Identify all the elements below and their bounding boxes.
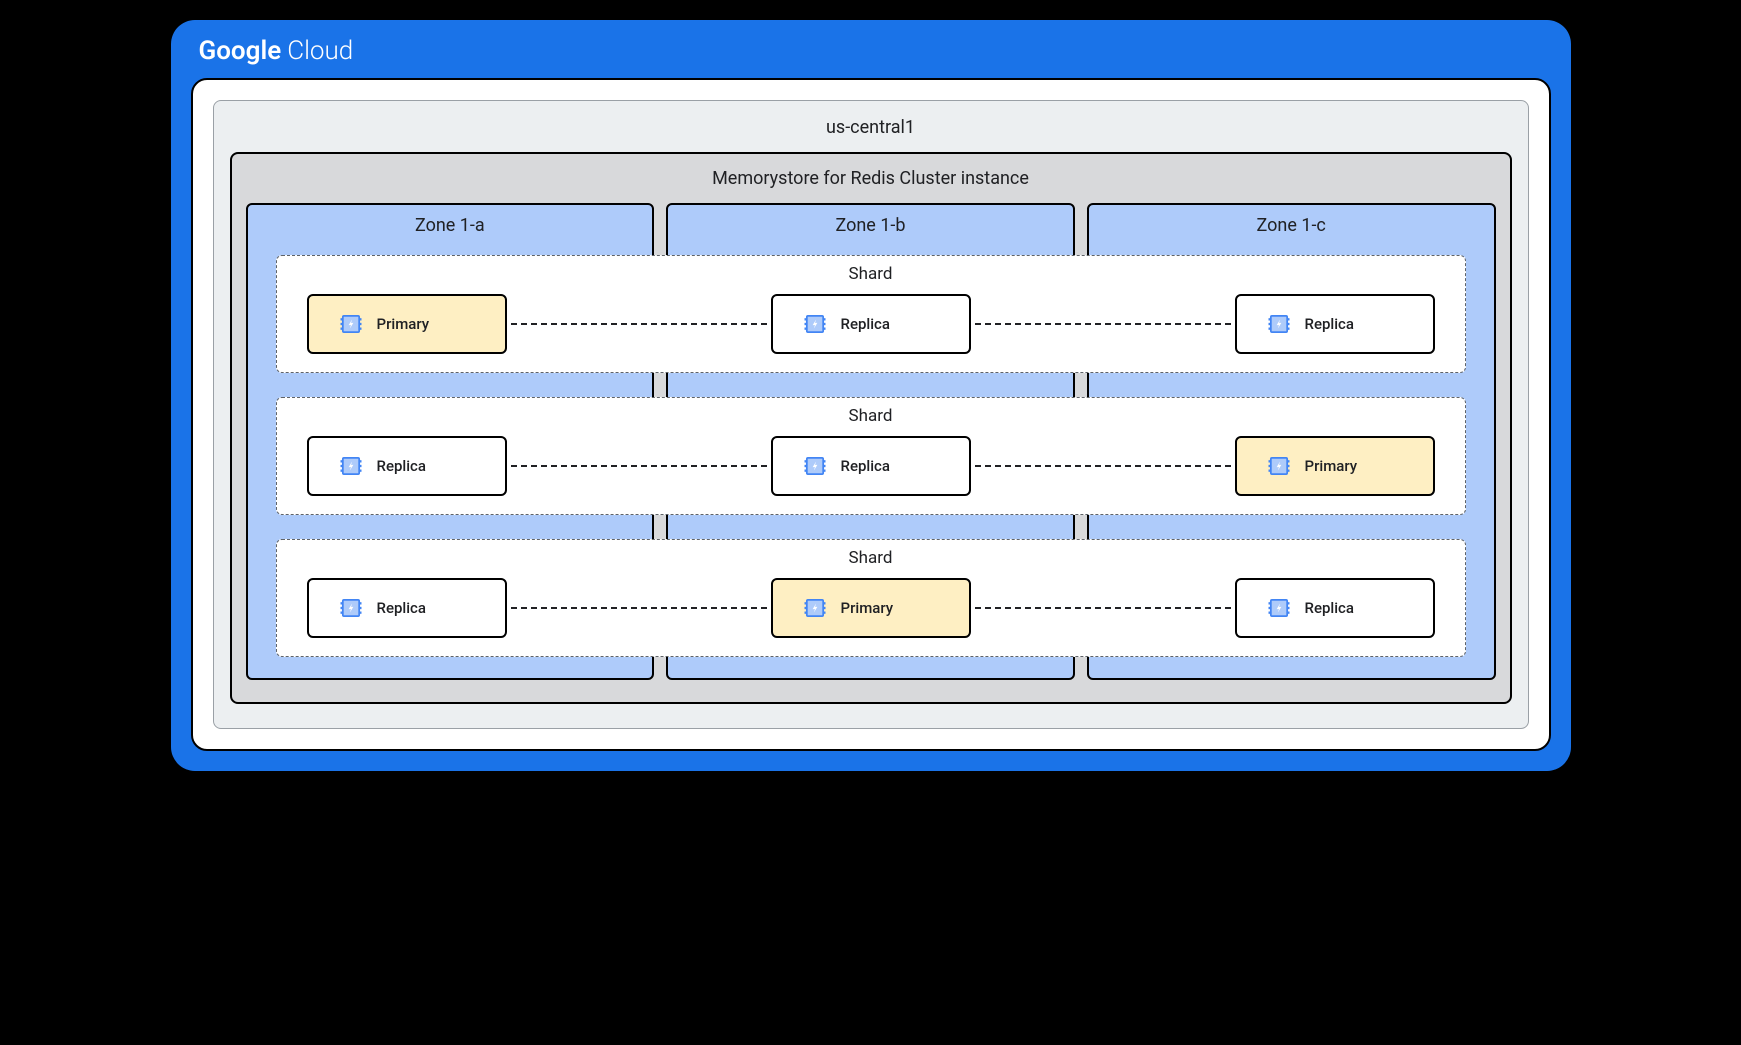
zone-a: Zone 1-a — [246, 203, 655, 680]
zone-c: Zone 1-c — [1087, 203, 1496, 680]
logo-google: Google — [199, 36, 282, 66]
zone-c-label: Zone 1-c — [1103, 215, 1480, 236]
logo-cloud: Cloud — [287, 36, 353, 66]
region-frame: us-central1 Memorystore for Redis Cluste… — [213, 100, 1529, 729]
instance-frame: Memorystore for Redis Cluster instance Z… — [230, 152, 1512, 704]
region-label: us-central1 — [230, 117, 1512, 138]
google-cloud-logo: Google Cloud — [191, 36, 1551, 66]
google-cloud-frame: Google Cloud us-central1 Memorystore for… — [171, 20, 1571, 771]
outer-white-frame: us-central1 Memorystore for Redis Cluste… — [191, 78, 1551, 751]
zone-a-label: Zone 1-a — [262, 215, 639, 236]
zone-row: Zone 1-a Zone 1-b Zone 1-c — [246, 203, 1496, 680]
zone-b: Zone 1-b — [666, 203, 1075, 680]
instance-label: Memorystore for Redis Cluster instance — [246, 168, 1496, 189]
zone-b-label: Zone 1-b — [682, 215, 1059, 236]
